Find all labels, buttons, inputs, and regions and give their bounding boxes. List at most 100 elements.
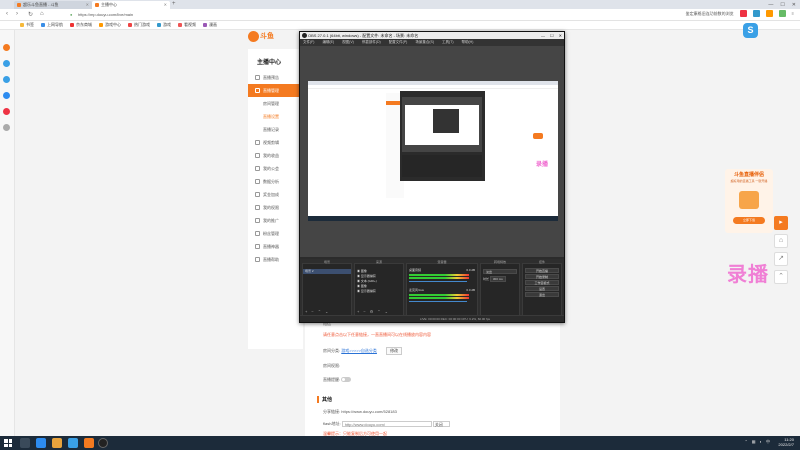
promo-card[interactable]: 斗鱼直播伴侣 超好用的直播工具 一键开播 立即下载: [725, 169, 773, 233]
obs-menu-item[interactable]: 工具(T): [442, 39, 453, 46]
minimize-icon[interactable]: —: [541, 32, 545, 39]
source-item[interactable]: ◉ 显示器捕获: [355, 289, 403, 294]
duration-input[interactable]: 300 ms: [489, 276, 506, 282]
menu-icon[interactable]: ≡: [792, 11, 794, 16]
close-icon[interactable]: ✕: [164, 2, 167, 7]
bookmark[interactable]: 漫画: [203, 22, 217, 28]
sidebar-item[interactable]: 直播设置: [248, 110, 303, 123]
obs-menu-item[interactable]: 文件(F): [303, 39, 314, 46]
maximize-icon[interactable]: ☐: [550, 32, 554, 39]
home-icon[interactable]: ⌂: [40, 11, 44, 17]
remove-icon[interactable]: −: [311, 309, 313, 314]
taskbar-clock[interactable]: 11:20 2022/2/7: [778, 437, 794, 447]
sidebar-app-icon[interactable]: [3, 60, 10, 67]
obs-menu-item[interactable]: 视图(V): [342, 39, 354, 46]
sidebar-item[interactable]: 直播神器: [248, 240, 303, 253]
refresh-icon[interactable]: ↻: [28, 11, 33, 18]
live-reminder-toggle[interactable]: [341, 377, 352, 383]
sidebar-item[interactable]: 视频剪辑NEW: [248, 136, 309, 149]
ime-icon[interactable]: 中: [766, 439, 770, 445]
sidebar-app-icon[interactable]: [3, 124, 10, 131]
bookmark[interactable]: 看视频: [178, 22, 196, 28]
up-icon[interactable]: ⌃: [318, 309, 321, 314]
back-icon[interactable]: ‹: [6, 11, 8, 17]
maximize-icon[interactable]: ☐: [780, 2, 784, 8]
add-icon[interactable]: +: [357, 309, 359, 314]
down-icon[interactable]: ⌄: [385, 309, 388, 314]
windows-start-icon[interactable]: [4, 439, 12, 447]
sidebar-item[interactable]: 奖金加成: [248, 188, 303, 201]
back-to-top-icon[interactable]: ⌃: [774, 270, 788, 284]
remove-icon[interactable]: −: [363, 309, 365, 314]
extension-icon[interactable]: [765, 10, 773, 17]
sidebar-item[interactable]: 数据分析: [248, 175, 303, 188]
address-bar[interactable]: ● https://mp.douyu.com/live/main: [68, 11, 588, 19]
obs-control-button[interactable]: 退出: [525, 292, 559, 297]
add-icon[interactable]: +: [305, 309, 307, 314]
sidebar-app-icon[interactable]: [3, 92, 10, 99]
extension-icon[interactable]: [778, 10, 786, 17]
obs-control-button[interactable]: 工作室模式: [525, 280, 559, 285]
browser-tab[interactable]: 超乐斗鱼直播 - 斗鱼 ✕: [14, 1, 92, 9]
chevron-up-icon[interactable]: ⌃: [744, 439, 747, 445]
browser-tab-active[interactable]: 主播中心 ✕: [92, 1, 170, 9]
obs-menu-item[interactable]: 场景集合(S): [415, 39, 434, 46]
bookmark[interactable]: 书签: [20, 22, 34, 28]
bookmark[interactable]: 上网导航: [41, 22, 63, 28]
sidebar-item[interactable]: 房间管理: [248, 97, 303, 110]
extension-icon[interactable]: [739, 10, 747, 17]
flash-select[interactable]: 关闭: [432, 421, 450, 427]
sidebar-item[interactable]: 直播预告: [248, 71, 303, 84]
sidebar-app-icon[interactable]: [3, 44, 10, 51]
app-taskbar-icon[interactable]: [84, 438, 94, 448]
obs-control-button[interactable]: 开始直播: [525, 268, 559, 273]
search-box[interactable]: 鉴定康格旧连功前数的浏览: [686, 11, 734, 17]
browser-taskbar-icon[interactable]: [36, 438, 46, 448]
douyu-logo[interactable]: 斗鱼: [248, 31, 278, 43]
home-float-icon[interactable]: ⌂: [774, 234, 788, 248]
network-icon[interactable]: ▦: [752, 439, 756, 445]
obs-preview[interactable]: 录播: [300, 46, 564, 257]
share-link-value[interactable]: https://www.douyu.com/528183: [341, 409, 397, 414]
assistant-icon[interactable]: S: [743, 23, 758, 38]
close-icon[interactable]: ✕: [86, 2, 89, 7]
sidebar-item[interactable]: 直播帮助: [248, 253, 303, 266]
obs-control-button[interactable]: 设置: [525, 286, 559, 291]
sidebar-item[interactable]: 我的收益: [248, 149, 303, 162]
extension-icon[interactable]: [752, 10, 760, 17]
sidebar-item[interactable]: 我的推广: [248, 214, 303, 227]
volume-icon[interactable]: ◐: [760, 439, 762, 445]
transition-select[interactable]: 淡出: [483, 269, 517, 274]
sidebar-app-icon[interactable]: [3, 108, 10, 115]
obs-menu-item[interactable]: 配置文件(P): [389, 39, 408, 46]
room-category-link[interactable]: 游戏>>>>>自选分类: [341, 348, 377, 353]
close-icon[interactable]: ✕: [559, 32, 562, 39]
bookmark[interactable]: 热门游戏: [128, 22, 150, 28]
forward-icon[interactable]: ›: [16, 11, 18, 17]
modify-button[interactable]: 修改: [386, 347, 403, 355]
bookmark[interactable]: 游戏: [157, 22, 171, 28]
close-window-icon[interactable]: ✕: [792, 2, 796, 8]
sidebar-item[interactable]: 直播记录: [248, 123, 303, 136]
sidebar-app-icon[interactable]: [3, 76, 10, 83]
down-icon[interactable]: ⌄: [325, 309, 328, 314]
share-float-icon[interactable]: ↗: [774, 252, 788, 266]
volume-slider[interactable]: [409, 301, 467, 302]
obs-control-button[interactable]: 开始录制: [525, 274, 559, 279]
sidebar-item[interactable]: 我的公会: [248, 162, 303, 175]
minimize-icon[interactable]: —: [768, 2, 773, 8]
up-icon[interactable]: ⌃: [377, 309, 380, 314]
sidebar-item[interactable]: 我的权限: [248, 201, 303, 214]
folder-icon[interactable]: [52, 438, 62, 448]
scene-item[interactable]: 场景 2: [303, 269, 351, 274]
search-icon[interactable]: [20, 438, 30, 448]
sidebar-item[interactable]: 粉丝管理: [248, 227, 303, 240]
download-button[interactable]: 立即下载: [733, 217, 765, 224]
bookmark[interactable]: 游戏中心: [99, 22, 121, 28]
obs-menu-item[interactable]: 帮助(H): [462, 39, 474, 46]
app-taskbar-icon[interactable]: [68, 438, 78, 448]
settings-icon[interactable]: ⚙: [370, 309, 374, 314]
flash-address-input[interactable]: http://www.douyu.com/: [341, 421, 432, 427]
sidebar-item[interactable]: 直播管理: [248, 84, 303, 97]
new-tab-icon[interactable]: +: [172, 1, 176, 7]
